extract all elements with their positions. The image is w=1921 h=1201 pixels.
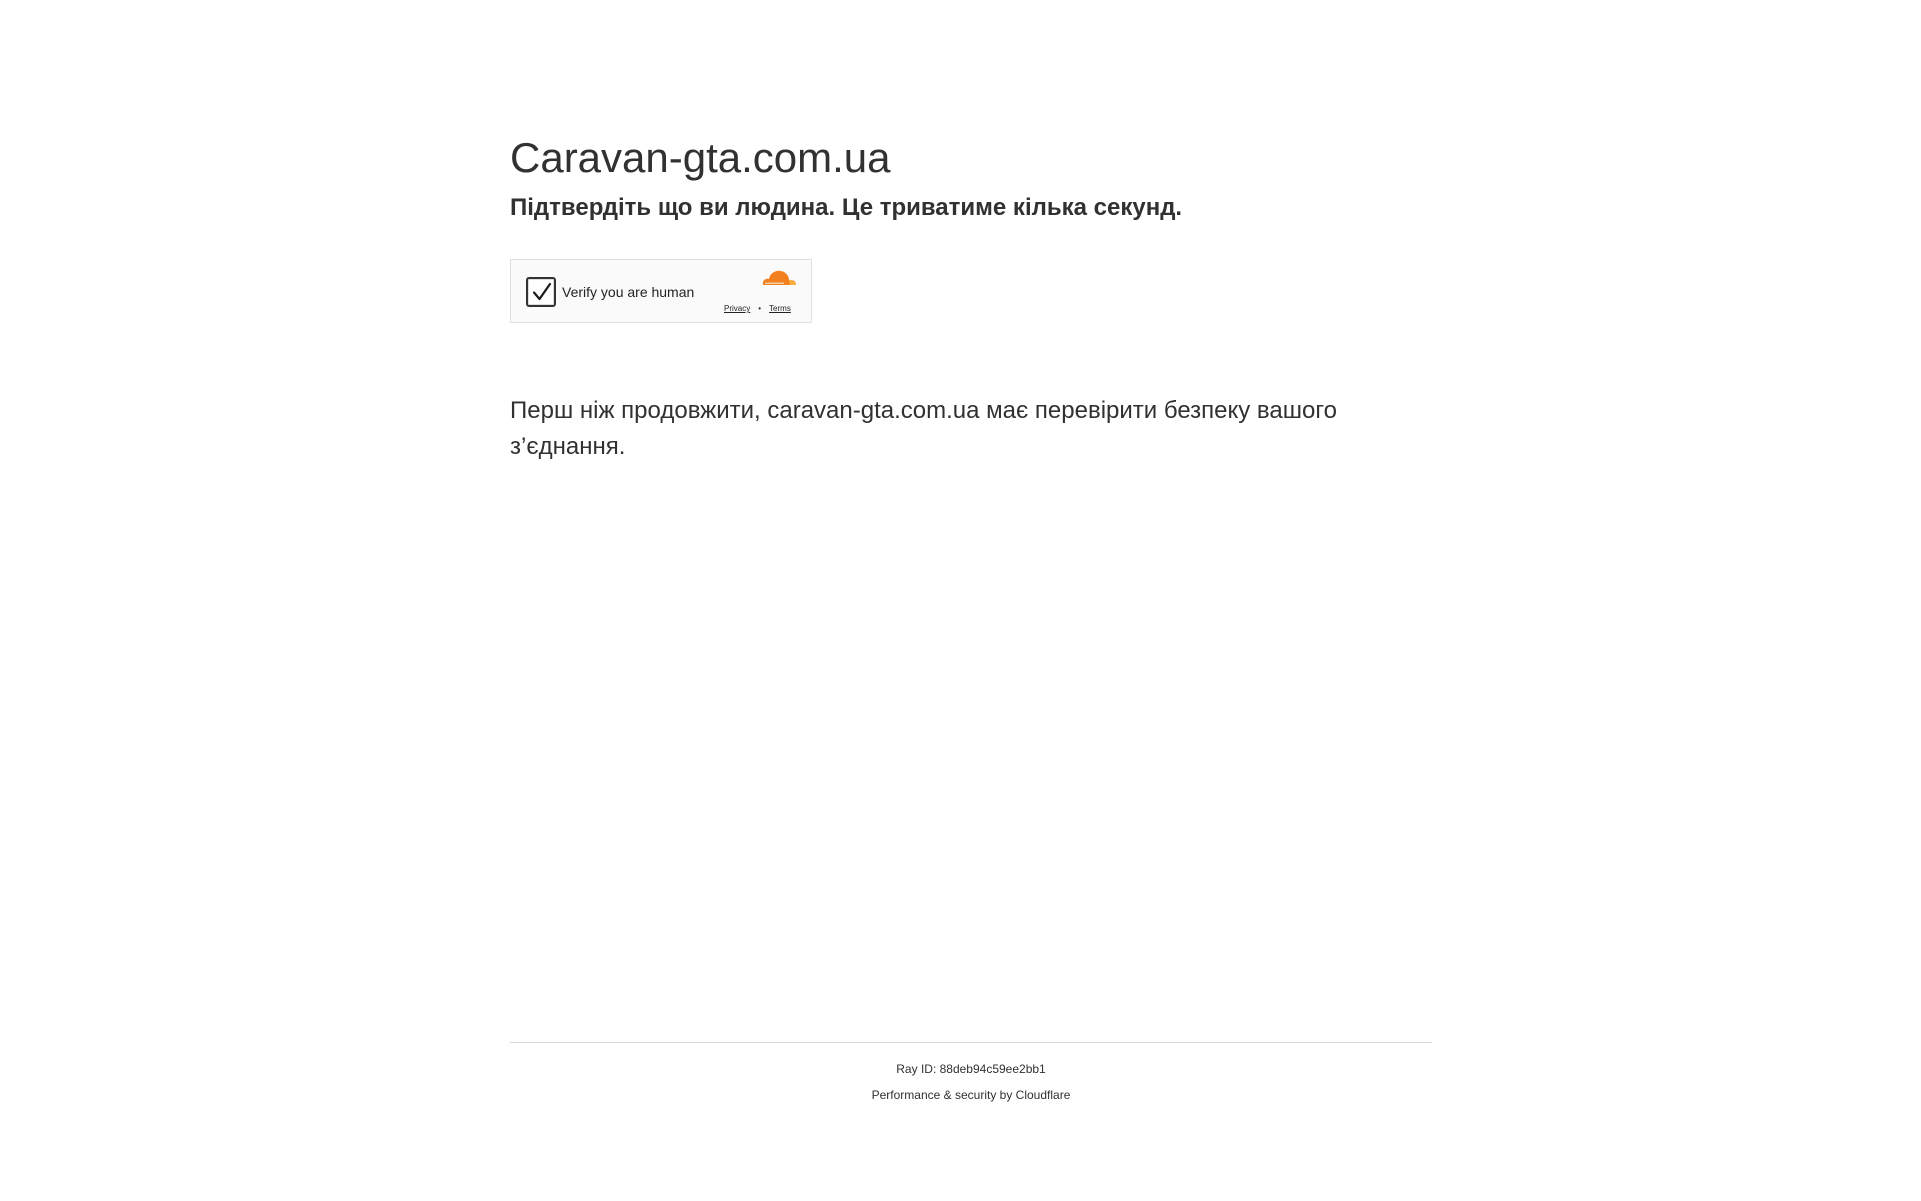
- ray-id-line: Ray ID: 88deb94c59ee2bb1: [510, 1061, 1432, 1077]
- verify-checkbox-label[interactable]: Verify you are human: [562, 282, 694, 302]
- ray-id-value: 88deb94c59ee2bb1: [939, 1062, 1046, 1076]
- security-check-message: Перш ніж продовжити, caravan-gta.com.ua …: [510, 397, 1337, 460]
- footer: Ray ID: 88deb94c59ee2bb1 Performance & s…: [510, 1042, 1432, 1103]
- verify-checkbox[interactable]: [526, 277, 556, 307]
- footer-divider: [510, 1042, 1432, 1043]
- cloudflare-link[interactable]: Cloudflare: [1016, 1088, 1071, 1102]
- link-separator: •: [758, 304, 762, 313]
- performance-text: Performance & security by: [871, 1088, 1016, 1102]
- turnstile-widget: Verify you are human Privacy • Terms: [510, 259, 812, 323]
- ray-id-label: Ray ID:: [896, 1062, 940, 1076]
- widget-links: Privacy • Terms: [724, 304, 791, 314]
- terms-link[interactable]: Terms: [769, 304, 791, 313]
- performance-line: Performance & security by Cloudflare: [510, 1087, 1432, 1103]
- checkmark-icon: [532, 282, 552, 301]
- privacy-link[interactable]: Privacy: [724, 304, 750, 313]
- verification-subtitle: Підтвердіть що ви людина. Це триватиме к…: [510, 194, 1183, 221]
- site-title: Caravan-gta.com.ua: [510, 134, 891, 181]
- cloudflare-logo-icon[interactable]: [757, 268, 799, 290]
